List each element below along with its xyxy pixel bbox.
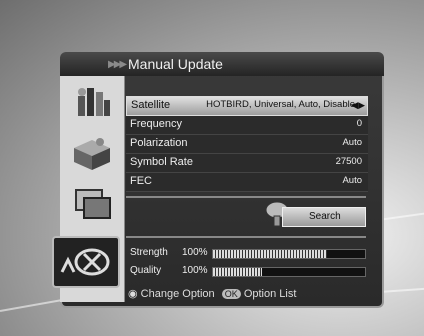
tv-screen: ▶▶▶ Manual Update Satellite HOTBIRD, Uni… (0, 0, 424, 336)
satellite-value: HOTBIRD, Universal, Auto, Disable (206, 99, 355, 110)
satellite-row[interactable]: Satellite HOTBIRD, Universal, Auto, Disa… (126, 96, 368, 116)
quality-meter: Quality 100% (126, 264, 366, 278)
polarization-value: Auto (342, 137, 362, 148)
monitor-icon[interactable] (70, 186, 114, 224)
symbol-rate-row[interactable]: Symbol Rate 27500 (126, 154, 368, 173)
quality-fill (213, 268, 262, 276)
divider (126, 196, 366, 198)
frequency-row[interactable]: Frequency 0 (126, 116, 368, 135)
arrow-key-icon: ◉ (128, 288, 138, 300)
search-button-label: Search (309, 211, 341, 222)
title-arrows-icon: ▶▶▶ (108, 59, 127, 70)
quality-value: 100% (182, 265, 208, 276)
fec-label: FEC (130, 175, 152, 187)
strength-label: Strength (130, 247, 168, 258)
ok-key-icon: OK (221, 289, 241, 299)
frequency-label: Frequency (130, 118, 182, 130)
satellite-label: Satellite (131, 99, 171, 111)
fec-row[interactable]: FEC Auto (126, 173, 368, 192)
option-list-hint: Option List (243, 288, 297, 300)
satellite-dish-icon[interactable] (52, 236, 120, 288)
change-option-hint: Change Option (140, 288, 215, 300)
quality-label: Quality (130, 265, 162, 276)
settings-list: Satellite HOTBIRD, Universal, Auto, Disa… (126, 96, 368, 192)
symbol-rate-label: Symbol Rate (130, 156, 193, 168)
search-button[interactable]: Search (282, 207, 366, 227)
strength-bar (212, 249, 366, 259)
left-right-arrows-icon[interactable]: ◀▶ (351, 100, 365, 111)
strength-value: 100% (182, 247, 208, 258)
polarization-label: Polarization (130, 137, 188, 149)
divider (126, 236, 366, 238)
polarization-row[interactable]: Polarization Auto (126, 135, 368, 154)
strength-meter: Strength 100% (126, 246, 366, 260)
installation-icon[interactable] (70, 82, 114, 120)
page-title: Manual Update (128, 56, 223, 72)
fec-value: Auto (342, 175, 362, 186)
quality-bar (212, 267, 366, 277)
help-bar: ◉ Change Option OK Option List (128, 287, 296, 300)
strength-fill (213, 250, 327, 258)
frequency-value: 0 (356, 118, 362, 129)
package-icon[interactable] (70, 134, 114, 172)
symbol-rate-value: 27500 (335, 156, 362, 167)
